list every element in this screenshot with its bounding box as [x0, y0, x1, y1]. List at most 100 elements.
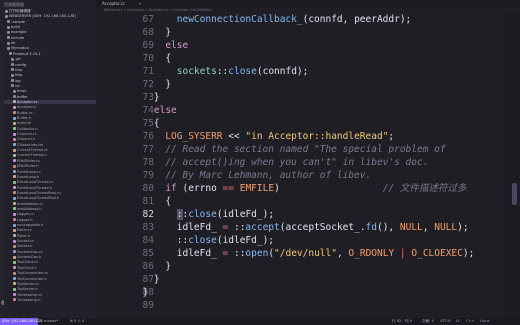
- code-line[interactable]: {: [131, 117, 160, 130]
- problems-status[interactable]: ⊗ 0 ⚠ 0: [70, 319, 84, 323]
- folder-item[interactable]: http: [4, 73, 22, 77]
- file-item[interactable]: EventLoop.h: [4, 175, 39, 179]
- file-item[interactable]: CMakeLists.txt: [4, 143, 43, 147]
- file-icon: [13, 239, 16, 243]
- file-item[interactable]: TcpConnection.cc: [4, 271, 48, 275]
- platform-status[interactable]: Linux: [480, 319, 490, 323]
- editor-scrollbar[interactable]: [512, 183, 517, 205]
- folder-item[interactable]: .git: [4, 57, 21, 61]
- folder-item[interactable]: Mymuduo: [4, 46, 29, 50]
- language-status[interactable]: C++: [466, 319, 475, 323]
- code-line[interactable]: }: [131, 78, 171, 91]
- code-line[interactable]: }: [131, 26, 171, 39]
- code-comment[interactable]: // accept()ing when you can't" in libev'…: [131, 156, 428, 169]
- file-item[interactable]: noncopyable.h: [4, 223, 43, 227]
- folder-item[interactable]: WEBSERVER [SSH: 192.168.100.128]: [4, 14, 76, 18]
- close-icon[interactable]: ×: [138, 1, 141, 6]
- code-line[interactable]: idleFd_ = ::open("/dev/null", O_RDONLY |…: [131, 247, 475, 260]
- file-item[interactable]: Channel.h: [4, 137, 35, 141]
- code-line[interactable]: else: [131, 39, 188, 52]
- file-item[interactable]: InetAddress.cc: [4, 202, 43, 206]
- file-item[interactable]: EventLoopThread.cc: [4, 180, 54, 184]
- indent-status[interactable]: 空格: 4: [422, 319, 434, 324]
- file-item[interactable]: EventLoopThreadPool.h: [4, 196, 59, 200]
- cursor-position[interactable]: 行 82，列 9: [392, 319, 412, 324]
- code-line[interactable]: ::close(idleFd_);: [131, 234, 274, 247]
- item-label: EventLoopThreadPool.h: [17, 196, 60, 201]
- file-item[interactable]: Timestamp.h: [4, 298, 40, 302]
- file-item[interactable]: CurrentThread.cc: [4, 148, 48, 152]
- file-item[interactable]: EventLoopThread.h: [4, 186, 52, 190]
- code-line[interactable]: }: [131, 91, 160, 104]
- file-item[interactable]: Logger.h: [4, 218, 32, 222]
- folder-item[interactable]: Protobuf 3.19.1: [4, 52, 41, 56]
- file-item[interactable]: EventLoopThreadPool.cc: [4, 191, 61, 195]
- folder-item[interactable]: log: [4, 79, 20, 83]
- folder-item[interactable]: 打开的编辑器: [4, 9, 31, 13]
- file-item[interactable]: TcpClient.h: [4, 266, 37, 270]
- code-editor[interactable]: 67 newConnectionCallback_(connfd, peerAd…: [96, 13, 504, 318]
- folder-item[interactable]: example: [4, 30, 26, 34]
- file-item[interactable]: Acceptor.cc: [4, 99, 96, 104]
- code-comment[interactable]: // By Marc Lehmann, author of libev.: [131, 169, 371, 182]
- folder-item[interactable]: src: [4, 84, 20, 88]
- code-line[interactable]: {: [131, 195, 171, 208]
- file-item[interactable]: TcpServer.h: [4, 287, 38, 291]
- folder-item[interactable]: lib: [4, 41, 15, 45]
- code-line[interactable]: }: [131, 273, 160, 286]
- code-line[interactable]: LOG_SYSERR << "in Acceptor::handleRead";: [131, 130, 394, 143]
- branch-status[interactable]: master*: [44, 319, 58, 323]
- file-item[interactable]: Poller.h: [4, 234, 30, 238]
- tab-acceptor-cc[interactable]: Acceptor.cc: [102, 1, 125, 6]
- file-item[interactable]: EPollPoller.h: [4, 164, 39, 168]
- file-item[interactable]: TcpServer.cc: [4, 282, 39, 286]
- file-item[interactable]: InetAddress.h: [4, 207, 42, 211]
- code-line[interactable]: newConnectionCallback_(connfd, peerAddr)…: [131, 13, 412, 26]
- file-icon: [13, 116, 16, 120]
- file-item[interactable]: EventLoop.cc: [4, 170, 41, 174]
- folder-item[interactable]: include: [4, 36, 24, 40]
- folder-item[interactable]: .vscode: [4, 20, 25, 24]
- item-label: log: [15, 78, 21, 83]
- file-item[interactable]: Timestamp.cc: [4, 293, 42, 297]
- file-item[interactable]: Socket.cc: [4, 239, 34, 243]
- file-icon: [13, 207, 16, 211]
- remote-indicator[interactable]: SSH: 192.168.100.128: [0, 318, 42, 325]
- code-line[interactable]: if (errno == EMFILE) // 文件描述符过多: [131, 182, 466, 195]
- file-item[interactable]: Socket.h: [4, 244, 32, 248]
- file-item[interactable]: SocketsOps.cc: [4, 250, 43, 254]
- minimap[interactable]: [505, 13, 519, 318]
- code-line[interactable]: sockets::close(connfd);: [131, 65, 309, 78]
- code-line[interactable]: {: [131, 52, 171, 65]
- file-item[interactable]: Acceptor.h: [4, 105, 36, 109]
- file-item[interactable]: Buffer.cc: [4, 111, 33, 115]
- file-item[interactable]: Channel.cc: [4, 132, 37, 136]
- file-item[interactable]: Poller.cc: [4, 228, 32, 232]
- folder-item[interactable]: timer: [4, 89, 27, 93]
- file-item[interactable]: CurrentThread.h: [4, 153, 46, 157]
- folder-item[interactable]: build: [4, 25, 20, 29]
- eol-status[interactable]: LF: [456, 319, 460, 323]
- code-line[interactable]: ::close(idleFd_);: [131, 208, 274, 221]
- file-item[interactable]: Logger.cc: [4, 212, 34, 216]
- code-line[interactable]: }: [131, 260, 171, 273]
- file-item[interactable]: TcpConnection.h: [4, 277, 47, 281]
- code-line[interactable]: }: [131, 286, 148, 299]
- file-item[interactable]: SocketsOps.h: [4, 255, 41, 259]
- encoding-status[interactable]: UTF-8: [440, 319, 450, 323]
- code-comment[interactable]: // Read the section named "The special p…: [131, 143, 445, 156]
- folder-item[interactable]: http: [4, 68, 22, 72]
- code-line[interactable]: idleFd_ = ::accept(acceptSocket_.fd(), N…: [131, 221, 469, 234]
- breadcrumb[interactable]: Webserver > Mymuduo > Acceptor.cc > Acce…: [104, 8, 211, 12]
- file-item[interactable]: Buffer.h: [4, 116, 31, 120]
- file-icon: [13, 111, 16, 115]
- folder-item[interactable]: buffer: [4, 95, 28, 99]
- file-item[interactable]: Callbacks.h: [4, 127, 38, 131]
- file-icon: [13, 293, 16, 297]
- file-item[interactable]: build.sh: [4, 121, 31, 125]
- code-token: =: [222, 248, 229, 259]
- folder-item[interactable]: config: [4, 63, 26, 67]
- file-item[interactable]: TcpClient.cc: [4, 260, 38, 264]
- code-line[interactable]: else: [131, 104, 177, 117]
- file-item[interactable]: EPollPoller.cc: [4, 159, 40, 163]
